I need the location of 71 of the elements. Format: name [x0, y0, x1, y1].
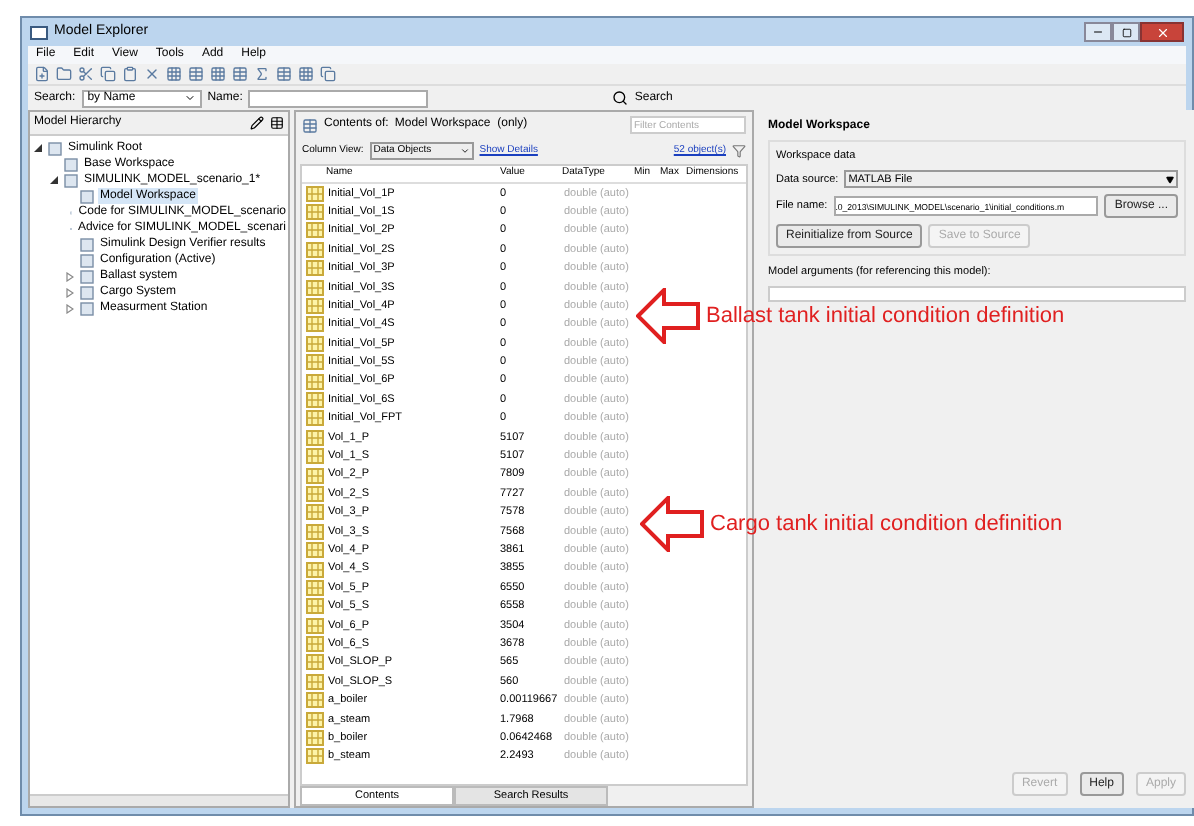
variable-icon	[306, 485, 324, 502]
table-icon[interactable]	[270, 116, 284, 130]
app-icon	[30, 25, 48, 39]
variable-icon	[306, 298, 324, 315]
variable-icon	[306, 617, 324, 634]
variable-icon	[306, 711, 324, 728]
minimize-icon	[1092, 26, 1104, 38]
variable-icon	[306, 354, 324, 371]
toolbar-button[interactable]	[320, 66, 336, 82]
variable-icon	[306, 204, 324, 221]
maximize-button[interactable]	[1112, 22, 1140, 42]
collapsed-arrow-icon[interactable]	[66, 271, 74, 281]
toolbar-button[interactable]	[144, 66, 160, 82]
variable-icon	[306, 504, 324, 521]
variable-icon	[306, 448, 324, 465]
variable-icon	[306, 598, 324, 615]
filter-icon[interactable]	[732, 144, 746, 158]
variable-icon	[306, 636, 324, 653]
table-icon	[302, 117, 318, 133]
toolbar-button[interactable]	[254, 66, 270, 82]
variable-icon	[306, 185, 324, 202]
variable-icon	[306, 692, 324, 709]
variable-icon	[306, 391, 324, 408]
minimize-button[interactable]	[1084, 22, 1112, 42]
annotation-text: Ballast tank initial condition definition	[706, 301, 1065, 332]
toolbar-button[interactable]	[166, 66, 182, 82]
toolbar-button[interactable]	[298, 66, 314, 82]
variable-icon	[306, 429, 324, 446]
expanded-arrow-icon[interactable]	[50, 176, 58, 184]
toolbar-button[interactable]	[100, 66, 116, 82]
maximize-icon	[1121, 27, 1131, 37]
variable-icon	[306, 279, 324, 296]
variable-icon	[306, 316, 324, 333]
model-arguments-field[interactable]	[768, 285, 1186, 301]
collapsed-arrow-icon[interactable]	[66, 303, 74, 313]
toolbar-button[interactable]	[78, 66, 94, 82]
toolbar-button[interactable]	[34, 66, 50, 82]
toolbar-button[interactable]	[276, 66, 292, 82]
expanded-arrow-icon[interactable]	[34, 144, 42, 152]
search-icon	[612, 90, 629, 106]
variable-icon	[306, 335, 324, 352]
annotation-text: Cargo tank initial condition definition	[710, 509, 1063, 540]
toolbar-button[interactable]	[188, 66, 204, 82]
left-arrow-annotation	[636, 288, 700, 344]
variable-icon	[306, 410, 324, 427]
scrollbar[interactable]	[30, 794, 288, 806]
variable-icon	[306, 241, 324, 258]
pencil-icon[interactable]	[250, 116, 264, 130]
variable-icon	[306, 222, 324, 239]
variable-icon	[306, 467, 324, 484]
variable-icon	[306, 523, 324, 540]
chevron-down-icon	[183, 92, 196, 104]
dropdown-triangle-icon	[1166, 175, 1174, 184]
name-field[interactable]	[248, 89, 429, 107]
left-arrow-annotation	[640, 496, 704, 552]
variable-icon	[306, 748, 324, 765]
collapsed-arrow-icon[interactable]	[66, 287, 74, 297]
chevron-down-icon	[459, 146, 470, 156]
toolbar-button[interactable]	[122, 66, 138, 82]
variable-icon	[306, 542, 324, 559]
toolbar-button[interactable]	[210, 66, 226, 82]
variable-icon	[306, 260, 324, 277]
toolbar-button[interactable]	[232, 66, 248, 82]
variable-icon	[306, 673, 324, 690]
close-icon	[1155, 25, 1169, 39]
variable-icon	[306, 730, 324, 747]
variable-icon	[306, 579, 324, 596]
close-button[interactable]	[1140, 22, 1184, 42]
variable-icon	[306, 373, 324, 390]
toolbar-button[interactable]	[56, 66, 72, 82]
variable-icon	[306, 654, 324, 671]
